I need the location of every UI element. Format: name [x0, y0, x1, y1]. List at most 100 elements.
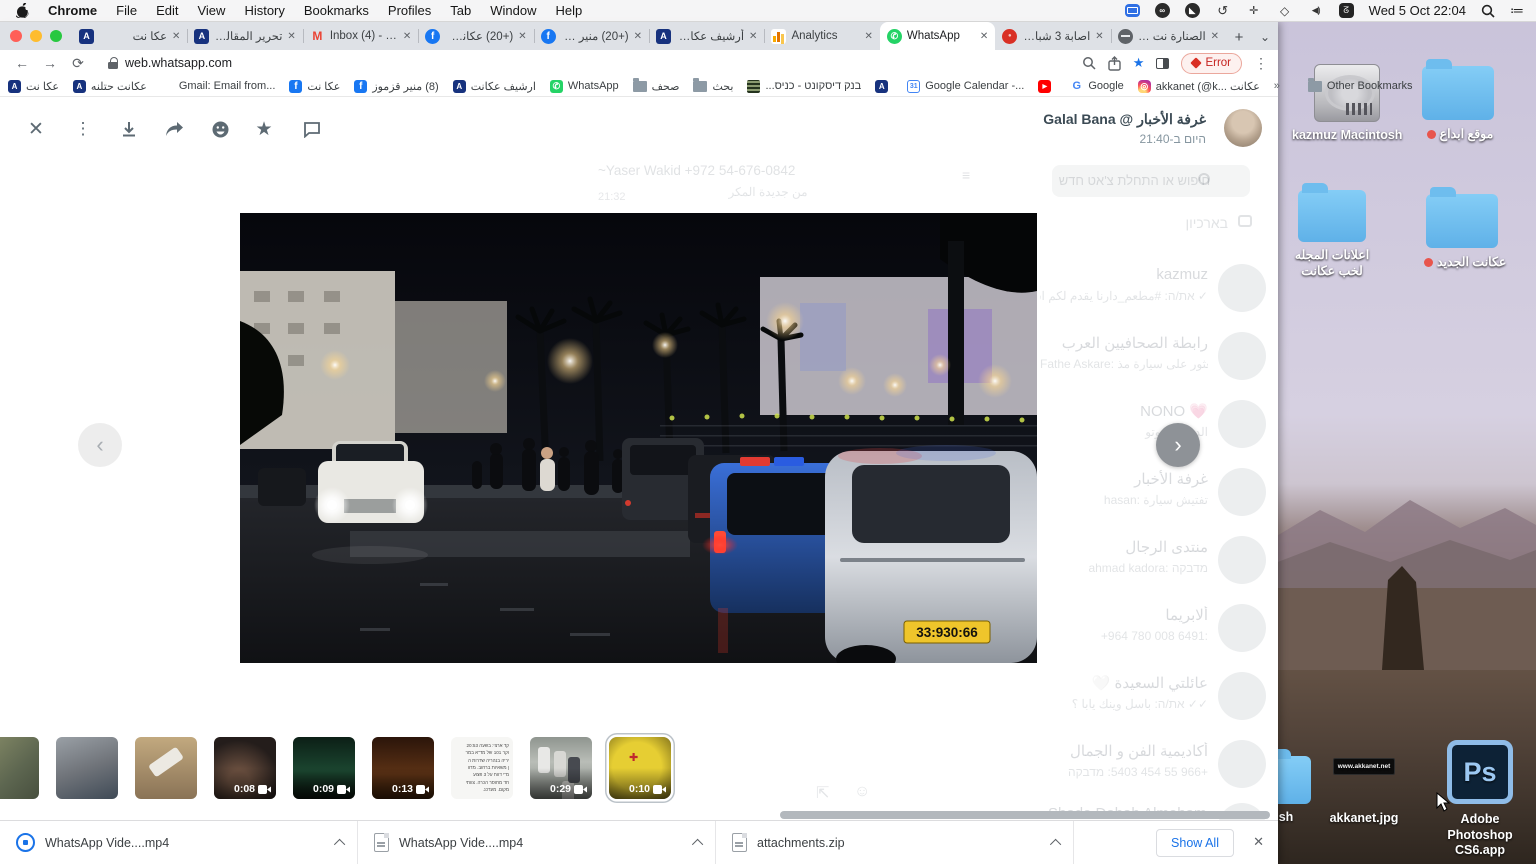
minimize-window-button[interactable] [30, 30, 42, 42]
forward-message-icon[interactable] [161, 115, 189, 143]
bookmark-folder[interactable]: صحف [633, 80, 680, 93]
previous-media-button[interactable]: ‹ [78, 423, 122, 467]
extension-error-badge[interactable]: Error [1181, 53, 1242, 74]
download-item[interactable]: WhatsApp Vide....mp4 [0, 821, 358, 864]
menu-history[interactable]: History [244, 3, 284, 18]
menu-view[interactable]: View [197, 3, 225, 18]
star-message-icon[interactable]: ★ [250, 115, 278, 143]
menu-app-name[interactable]: Chrome [48, 3, 97, 18]
time-machine-icon[interactable]: ↺ [1215, 3, 1231, 19]
media-thumbnail-video[interactable]: 0:09 [293, 737, 355, 799]
chevron-up-icon[interactable] [1050, 838, 1061, 849]
address-bar[interactable]: web.whatsapp.com [94, 52, 1078, 74]
tab-close-icon[interactable]: ✕ [287, 31, 295, 42]
media-thumbnail[interactable] [135, 737, 197, 799]
bookmark-item[interactable]: Google [1070, 80, 1123, 93]
media-thumbnail-video[interactable]: 0:08 [214, 737, 276, 799]
desktop-icon-photoshop[interactable]: Ps Adobe Photoshop CS6.app [1440, 740, 1520, 859]
creative-cloud-icon[interactable]: ∞ [1155, 3, 1170, 18]
desktop-icon-folder-mawqe[interactable]: موقع ابداع [1418, 66, 1498, 141]
tab-analytics[interactable]: Analytics✕ [764, 22, 879, 50]
forward-button[interactable]: → [38, 52, 62, 74]
tab-close-icon[interactable]: ✕ [1095, 31, 1103, 42]
share-icon[interactable] [1108, 56, 1121, 71]
display-status-icon[interactable] [1125, 4, 1140, 17]
chat-bubble-icon[interactable] [298, 115, 326, 143]
tab-sonara[interactable]: الصنارة نت - نهاريا✕ [1111, 22, 1226, 50]
media-thumbnail-video-selected[interactable]: 0:10 [609, 737, 671, 799]
desktop-icon-hard-drive[interactable]: kazmuz Macintosh [1292, 64, 1402, 142]
menu-window[interactable]: Window [490, 3, 536, 18]
show-all-downloads-button[interactable]: Show All [1156, 829, 1234, 857]
tab-facebook-munir[interactable]: (+20) منير قزموز✕ [534, 22, 649, 50]
tab-search-chevron[interactable]: ⌄ [1252, 24, 1278, 50]
side-panel-icon[interactable] [1156, 58, 1169, 69]
bookmarks-overflow-chevron[interactable]: » [1274, 80, 1280, 92]
tab-edit-article[interactable]: تحرير المقالة "إصابة✕ [187, 22, 302, 50]
bookmark-folder[interactable]: بحث [693, 80, 733, 93]
avatar[interactable] [1224, 109, 1262, 147]
menu-file[interactable]: File [116, 3, 137, 18]
chevron-up-icon[interactable] [334, 838, 345, 849]
control-center-icon[interactable]: ≔ [1510, 2, 1524, 19]
media-thumbnail[interactable] [0, 737, 39, 799]
spotlight-icon[interactable] [1481, 4, 1495, 18]
input-source-icon[interactable]: ᘔ [1339, 3, 1354, 18]
tab-archive[interactable]: أرشيف عكا - عكا ن✕ [649, 22, 764, 50]
menu-tab[interactable]: Tab [450, 3, 471, 18]
download-item[interactable]: WhatsApp Vide....mp4 [358, 821, 716, 864]
emoji-icon[interactable] [206, 115, 234, 143]
bookmark-item[interactable]: (8) منير قزموز [354, 80, 438, 93]
tab-akkanet[interactable]: عكا نت✕ [72, 22, 187, 50]
app-status-icon[interactable]: ◣ [1185, 3, 1200, 18]
tab-close-icon[interactable]: ✕ [403, 31, 411, 42]
media-thumbnail-text[interactable]: קד ארצי: בשעה 20:53וקר 101 של מד"א במריר… [451, 737, 513, 799]
tab-close-icon[interactable]: ✕ [518, 31, 526, 42]
bookmark-item[interactable] [1038, 80, 1056, 93]
tab-close-icon[interactable]: ✕ [980, 31, 988, 42]
chevron-up-icon[interactable] [692, 838, 703, 849]
bookmark-item[interactable]: בנק דיסקונט - כניס... [747, 80, 861, 93]
viewer-close-icon[interactable]: ✕ [22, 115, 50, 143]
horizontal-scrollbar[interactable] [780, 811, 1270, 819]
close-shelf-icon[interactable]: ✕ [1253, 834, 1264, 850]
tab-close-icon[interactable]: ✕ [749, 31, 757, 42]
next-media-button[interactable]: › [1156, 423, 1200, 467]
media-thumbnail[interactable] [56, 737, 118, 799]
zoom-icon[interactable] [1082, 56, 1096, 70]
tab-close-icon[interactable]: ✕ [634, 31, 642, 42]
bookmark-item[interactable]: عكا نت [289, 80, 340, 93]
media-thumbnail-video[interactable]: 0:13 [372, 737, 434, 799]
reload-button[interactable]: ⟳ [66, 52, 90, 74]
tab-close-icon[interactable]: ✕ [1211, 31, 1219, 42]
tab-whatsapp[interactable]: WhatsApp✕ [880, 22, 995, 50]
bookmark-item[interactable]: عكانت حتلنه [73, 80, 147, 93]
bookmark-item[interactable]: Gmail: Email from... [161, 80, 276, 93]
move-tool-icon[interactable]: ✛ [1246, 3, 1262, 19]
tab-close-icon[interactable]: ✕ [864, 31, 872, 42]
bookmark-item[interactable]: Google Calendar -... [907, 80, 1024, 93]
menu-help[interactable]: Help [556, 3, 583, 18]
bookmark-item[interactable]: akkanet (@k... عكانت [1138, 80, 1260, 93]
desktop-icon-akkanet-jpg[interactable]: www.akkanet.net akkanet.jpg [1328, 758, 1400, 825]
apple-menu-icon[interactable] [16, 3, 29, 18]
menu-profiles[interactable]: Profiles [388, 3, 431, 18]
bookmark-star-icon[interactable]: ★ [1133, 55, 1145, 71]
zoom-window-button[interactable] [50, 30, 62, 42]
menu-bar-clock[interactable]: Wed 5 Oct 22:04 [1369, 3, 1466, 18]
tab-close-icon[interactable]: ✕ [172, 31, 180, 42]
desktop-icon-folder-ads[interactable]: اعلانات المجله لخب عكانت [1286, 190, 1378, 279]
bookmark-item[interactable]: عكا نت [8, 80, 59, 93]
desktop-icon-folder-jadid[interactable]: عكانت الجديد [1420, 194, 1504, 269]
new-tab-button[interactable]: + [1226, 24, 1252, 50]
menu-bookmarks[interactable]: Bookmarks [304, 3, 369, 18]
other-bookmarks[interactable]: Other Bookmarks [1308, 80, 1413, 92]
viewer-menu-icon[interactable]: ⋮ [69, 115, 97, 143]
browser-menu-icon[interactable]: ⋮ [1254, 55, 1268, 72]
tab-facebook-akkanet[interactable]: (+20) عكانت Net✕ [418, 22, 533, 50]
close-window-button[interactable] [10, 30, 22, 42]
bookmark-item[interactable]: ارشيف عكانت [453, 80, 536, 93]
tab-news-injured[interactable]: اصابة 3 شبان بجرا✕ [995, 22, 1110, 50]
download-item[interactable]: attachments.zip [716, 821, 1074, 864]
airdrop-icon[interactable]: ◇ [1277, 3, 1293, 19]
